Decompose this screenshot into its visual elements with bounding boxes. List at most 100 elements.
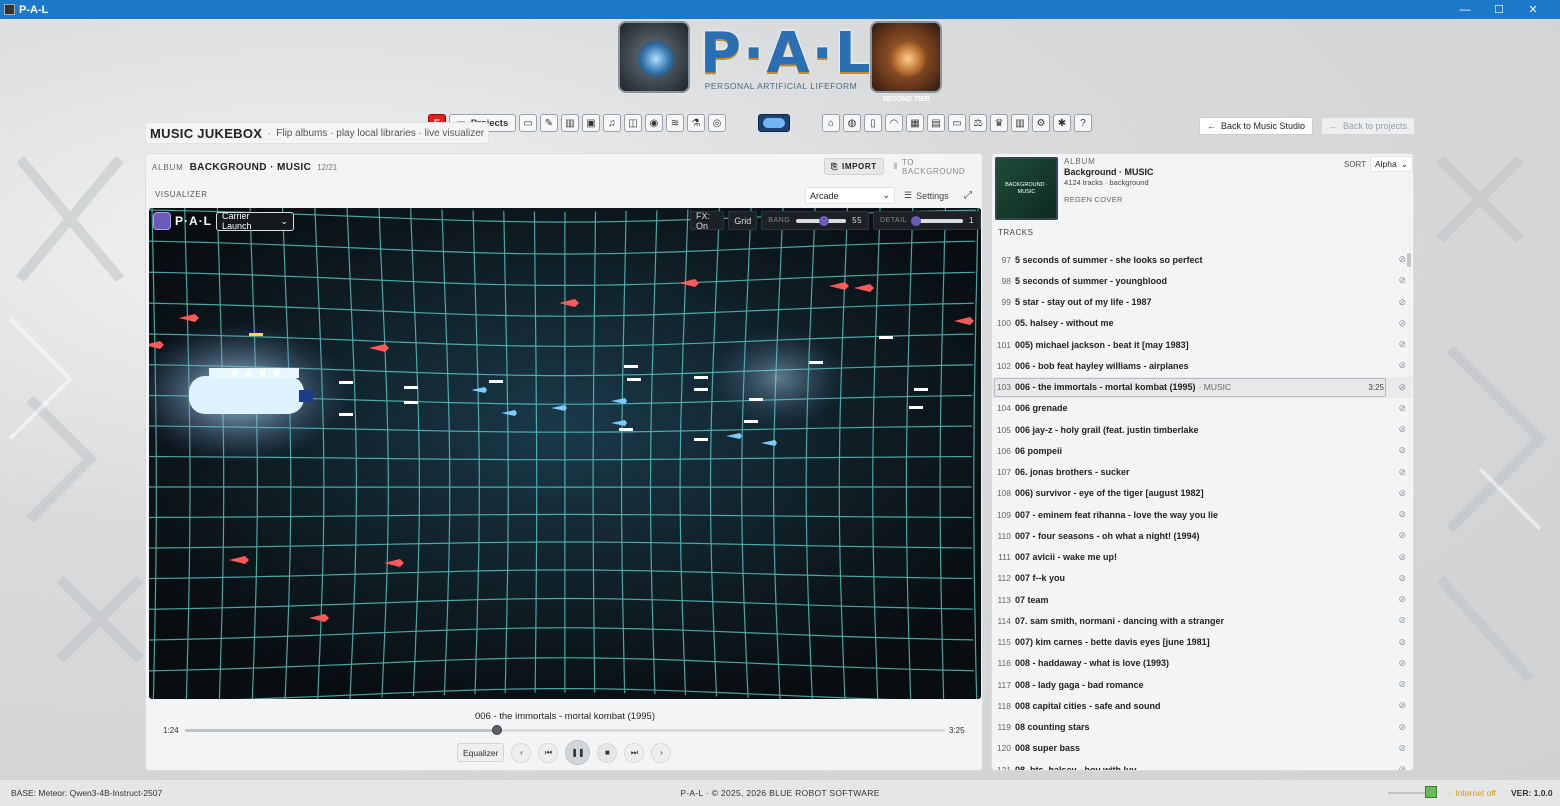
detail-slider[interactable]: DETAIL 1: [873, 211, 981, 230]
track-row[interactable]: 98 5 seconds of summer - youngblood ⊘: [992, 270, 1412, 291]
track-row[interactable]: 100 05. halsey - without me ⊘: [992, 313, 1412, 334]
compass-icon[interactable]: ◍: [843, 114, 861, 132]
volume-slider[interactable]: [1388, 792, 1430, 794]
tag-icon[interactable]: ⊘: [1398, 382, 1406, 393]
visualizer-mode-select[interactable]: Arcade ⌄: [805, 187, 895, 204]
tag-icon[interactable]: ⊘: [1398, 637, 1406, 648]
flask-icon[interactable]: ⚗: [687, 114, 705, 132]
tag-icon[interactable]: ⊘: [1398, 318, 1406, 329]
tag-icon[interactable]: ⊘: [1398, 339, 1406, 350]
tag-icon[interactable]: ⊘: [1398, 509, 1406, 520]
stop-button[interactable]: ■: [597, 742, 618, 763]
tag-icon[interactable]: ⊘: [1398, 403, 1406, 414]
to-background-button[interactable]: ⫴ TO BACKGROUND: [888, 158, 982, 176]
scale-icon[interactable]: ⚖: [969, 114, 987, 132]
back-to-projects-button[interactable]: ← Back to projects: [1321, 117, 1416, 135]
track-row[interactable]: 101 005) michael jackson - beat it [may 1…: [992, 334, 1412, 355]
track-row[interactable]: 117 008 - lady gaga - bad romance ⊘: [992, 674, 1412, 695]
visualizer-settings-button[interactable]: ☰ Settings: [900, 187, 953, 204]
progress-knob[interactable]: [491, 725, 502, 735]
tag-icon[interactable]: ⊘: [1398, 679, 1406, 690]
back-to-music-studio-button[interactable]: ← Back to Music Studio: [1199, 117, 1314, 135]
pencil-icon[interactable]: ✎: [540, 114, 558, 132]
music-icon[interactable]: ♫: [603, 114, 621, 132]
tag-icon[interactable]: ⊘: [1398, 573, 1406, 584]
visualizer-preset-select[interactable]: Carrier Launch ⌄: [216, 211, 294, 231]
tag-icon[interactable]: ⊘: [1398, 530, 1406, 541]
grid-toggle[interactable]: Grid: [728, 211, 758, 230]
track-list-scrollbar[interactable]: [1407, 253, 1411, 267]
tag-icon[interactable]: ⊘: [1398, 764, 1406, 770]
track-row[interactable]: 107 06. jonas brothers - sucker ⊘: [992, 462, 1412, 483]
pause-button[interactable]: ❚❚: [565, 740, 591, 765]
detail-track[interactable]: [911, 215, 964, 226]
tag-icon[interactable]: ⊘: [1398, 424, 1406, 435]
equalizer-button[interactable]: Equalizer: [457, 743, 505, 762]
cpu-icon[interactable]: ▦: [906, 114, 924, 132]
track-row[interactable]: 105 006 jay-z - holy grail (feat. justin …: [992, 419, 1412, 440]
help-icon[interactable]: ?: [1074, 114, 1092, 132]
track-row[interactable]: 116 008 - haddaway - what is love (1993) ⊘: [992, 653, 1412, 674]
minimize-button[interactable]: —: [1448, 4, 1482, 16]
globe-icon[interactable]: ◎: [708, 114, 726, 132]
track-row[interactable]: 99 5 star - stay out of my life - 1987 ⊘: [992, 292, 1412, 313]
next-track-button[interactable]: ⏭: [624, 742, 645, 763]
progress-bar[interactable]: [185, 725, 945, 735]
track-row[interactable]: 97 5 seconds of summer - she looks so per…: [992, 249, 1412, 270]
gamepad-icon[interactable]: ◫: [624, 114, 642, 132]
tag-icon[interactable]: ⊘: [1398, 254, 1406, 265]
track-row[interactable]: 114 07. sam smith, normani - dancing with…: [992, 610, 1412, 631]
fx-toggle[interactable]: FX: On: [690, 211, 725, 231]
tag-icon[interactable]: ⊘: [1398, 700, 1406, 711]
server-icon[interactable]: ▯: [864, 114, 882, 132]
track-row[interactable]: 102 006 - bob feat hayley williams - airp…: [992, 355, 1412, 376]
tag-icon[interactable]: ⊘: [1398, 743, 1406, 754]
chat-icon[interactable]: ▭: [519, 114, 537, 132]
tag-icon[interactable]: ⊘: [1398, 658, 1406, 669]
import-button[interactable]: ⎘ IMPORT: [824, 158, 884, 175]
image-icon[interactable]: ▣: [582, 114, 600, 132]
archive-icon[interactable]: ▤: [927, 114, 945, 132]
bug-icon[interactable]: ✱: [1053, 114, 1071, 132]
trophy-icon[interactable]: ♛: [990, 114, 1008, 132]
speed-icon[interactable]: ◠: [885, 114, 903, 132]
robot-avatar-button[interactable]: [758, 114, 790, 132]
track-row[interactable]: 104 006 grenade ⊘: [992, 398, 1412, 419]
track-row[interactable]: 103 006 - the immortals - mortal kombat (…: [992, 376, 1412, 398]
track-row[interactable]: 112 007 f--k you ⊘: [992, 568, 1412, 589]
tag-icon[interactable]: ⊘: [1398, 722, 1406, 733]
track-row[interactable]: 110 007 - four seasons - oh what a night!…: [992, 525, 1412, 546]
book-open-icon[interactable]: ▥: [1011, 114, 1029, 132]
tag-icon[interactable]: ⊘: [1398, 594, 1406, 605]
track-row[interactable]: 121 08. bts, halsey - boy with luv ⊘: [992, 759, 1412, 770]
previous-album-button[interactable]: ‹: [511, 742, 532, 763]
bang-track[interactable]: [796, 215, 847, 226]
tag-icon[interactable]: ⊘: [1398, 552, 1406, 563]
home-icon[interactable]: ⌂: [822, 114, 840, 132]
track-row[interactable]: 106 06 pompeii ⊘: [992, 440, 1412, 461]
bot-icon[interactable]: ◉: [645, 114, 663, 132]
sort-select[interactable]: Alpha ⌄: [1370, 156, 1413, 172]
waveform-icon[interactable]: ≋: [666, 114, 684, 132]
track-row[interactable]: 109 007 - eminem feat rihanna - love the …: [992, 504, 1412, 525]
previous-track-button[interactable]: ⏮: [538, 742, 559, 763]
maximize-button[interactable]: ☐: [1482, 3, 1516, 16]
visualizer-canvas[interactable]: P·A·L Carrier Launch ⌄ FX: On Grid BANG …: [149, 208, 981, 699]
tag-icon[interactable]: ⊘: [1398, 297, 1406, 308]
tag-icon[interactable]: ⊘: [1398, 615, 1406, 626]
track-row[interactable]: 108 006) survivor - eye of the tiger [aug…: [992, 483, 1412, 504]
next-album-button[interactable]: ›: [651, 742, 672, 763]
track-row[interactable]: 119 08 counting stars ⊘: [992, 717, 1412, 738]
tag-icon[interactable]: ⊘: [1398, 445, 1406, 456]
track-row[interactable]: 118 008 capital cities - safe and sound ⊘: [992, 695, 1412, 716]
track-row[interactable]: 111 007 avicii - wake me up! ⊘: [992, 547, 1412, 568]
tag-icon[interactable]: ⊘: [1398, 488, 1406, 499]
track-row[interactable]: 113 07 team ⊘: [992, 589, 1412, 610]
regen-cover-button[interactable]: REGEN COVER: [1064, 195, 1154, 204]
close-button[interactable]: ✕: [1516, 3, 1550, 16]
track-row[interactable]: 115 007) kim carnes - bette davis eyes [j…: [992, 632, 1412, 653]
book-icon[interactable]: ▥: [561, 114, 579, 132]
detail-knob[interactable]: [911, 215, 922, 226]
bang-knob[interactable]: [818, 215, 829, 226]
expand-icon[interactable]: ⤢: [961, 187, 975, 204]
